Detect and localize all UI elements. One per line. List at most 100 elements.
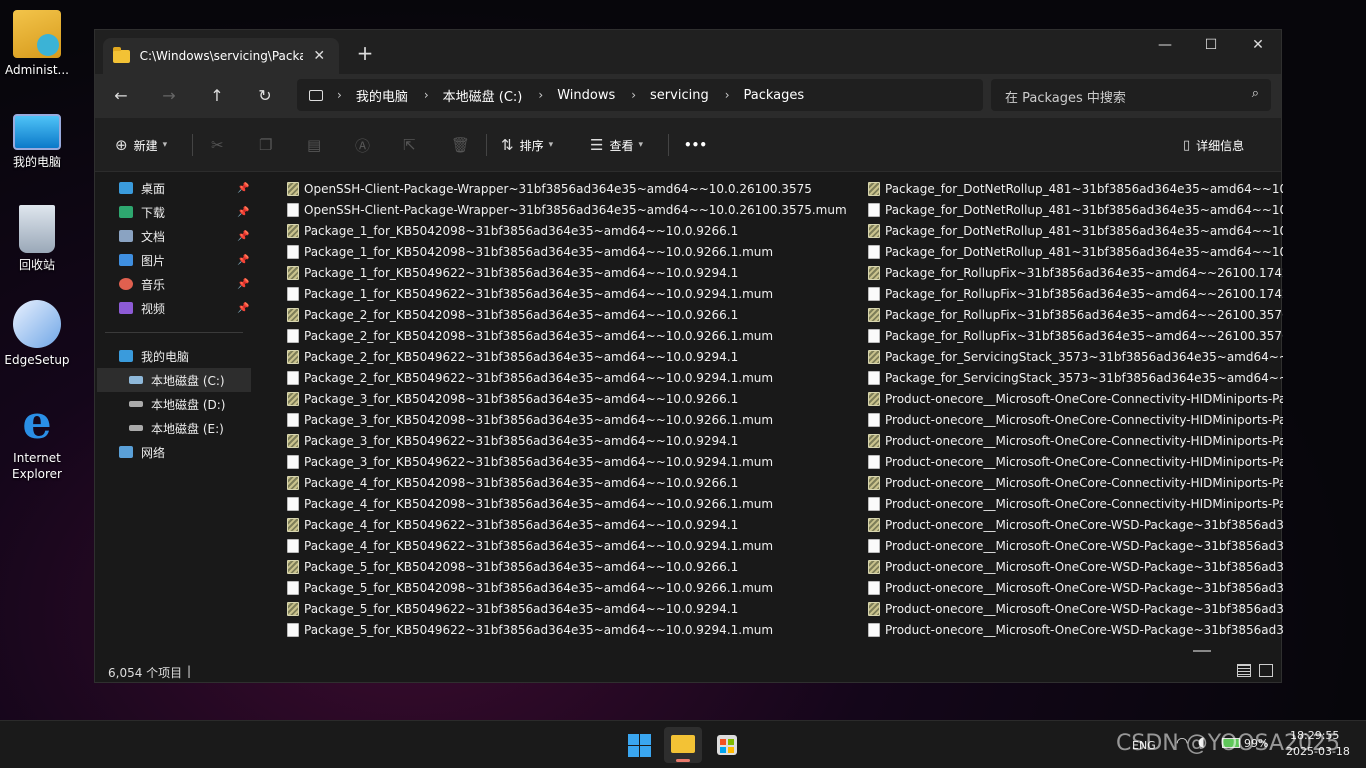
file-item[interactable]: Package_for_DotNetRollup_481~31bf3856ad3… [868, 178, 1283, 199]
file-item[interactable]: Package_5_for_KB5042098~31bf3856ad364e35… [287, 556, 847, 577]
back-button[interactable]: ← [105, 82, 137, 110]
sidebar-item-c-drive[interactable]: 本地磁盘 (C:) [97, 368, 251, 392]
file-item[interactable]: Package_5_for_KB5049622~31bf3856ad364e35… [287, 619, 847, 640]
file-item[interactable]: Package_3_for_KB5049622~31bf3856ad364e35… [287, 451, 847, 472]
sidebar-item-network[interactable]: 网络 [119, 440, 249, 464]
taskbar-microsoft-store[interactable] [708, 727, 746, 763]
file-item[interactable]: Package_4_for_KB5049622~31bf3856ad364e35… [287, 535, 847, 556]
file-item[interactable]: Package_3_for_KB5042098~31bf3856ad364e35… [287, 409, 847, 430]
file-item[interactable]: Product-onecore__Microsoft-OneCore-WSD-P… [868, 619, 1283, 640]
file-item[interactable]: Product-onecore__Microsoft-OneCore-Conne… [868, 472, 1283, 493]
up-button[interactable]: ↑ [201, 82, 233, 110]
sidebar-item-desktop[interactable]: 桌面 📌 [119, 176, 249, 200]
file-item[interactable]: Product-onecore__Microsoft-OneCore-WSD-P… [868, 556, 1283, 577]
forward-button[interactable]: → [153, 82, 185, 110]
close-button[interactable]: ✕ [1235, 30, 1281, 62]
desktop-icon-recycle-bin[interactable]: 回收站 [0, 205, 74, 273]
file-item[interactable]: Package_3_for_KB5042098~31bf3856ad364e35… [287, 388, 847, 409]
file-item[interactable]: Package_2_for_KB5049622~31bf3856ad364e35… [287, 367, 847, 388]
more-options-button[interactable]: ••• [684, 134, 707, 156]
file-icon [287, 412, 299, 427]
file-item[interactable]: Product-onecore__Microsoft-OneCore-Conne… [868, 409, 1283, 430]
file-item[interactable]: Product-onecore__Microsoft-OneCore-WSD-P… [868, 535, 1283, 556]
tiles-view-icon[interactable] [1259, 664, 1273, 677]
refresh-button[interactable]: ↻ [249, 82, 281, 110]
sidebar-item-documents[interactable]: 文档 📌 [119, 224, 249, 248]
file-item[interactable]: Product-onecore__Microsoft-OneCore-WSD-P… [868, 577, 1283, 598]
delete-button[interactable]: 🗑 [451, 134, 476, 156]
details-view-icon[interactable] [1237, 664, 1251, 677]
new-tab-button[interactable]: + [353, 42, 377, 66]
sidebar-item-this-pc[interactable]: 我的电脑 [119, 344, 249, 368]
view-button[interactable]: ☰ 查看 ▾ [590, 134, 643, 156]
file-item[interactable]: Package_1_for_KB5042098~31bf3856ad364e35… [287, 220, 847, 241]
sidebar-item-pictures[interactable]: 图片 📌 [119, 248, 249, 272]
file-item[interactable]: Product-onecore__Microsoft-OneCore-Conne… [868, 388, 1283, 409]
address-bar[interactable]: › 我的电脑 › 本地磁盘 (C:) › Windows › servicing… [297, 79, 983, 111]
maximize-button[interactable]: ☐ [1188, 30, 1234, 62]
file-item[interactable]: OpenSSH-Client-Package-Wrapper~31bf3856a… [287, 199, 847, 220]
file-item[interactable]: Package_2_for_KB5042098~31bf3856ad364e35… [287, 304, 847, 325]
file-item[interactable]: Package_for_DotNetRollup_481~31bf3856ad3… [868, 199, 1283, 220]
file-item[interactable]: Package_2_for_KB5042098~31bf3856ad364e35… [287, 325, 847, 346]
tab-title: C:\Windows\servicing\Package [139, 49, 304, 63]
breadcrumb-c-drive[interactable]: 本地磁盘 (C:) [443, 86, 523, 105]
file-item[interactable]: Package_for_DotNetRollup_481~31bf3856ad3… [868, 241, 1283, 262]
file-item[interactable]: Package_5_for_KB5049622~31bf3856ad364e35… [287, 598, 847, 619]
tab-close-button[interactable]: ✕ [309, 48, 329, 64]
file-item[interactable]: Package_2_for_KB5049622~31bf3856ad364e35… [287, 346, 847, 367]
copy-button[interactable]: ❐ [259, 134, 278, 156]
file-item[interactable]: Package_1_for_KB5049622~31bf3856ad364e35… [287, 262, 847, 283]
file-item[interactable]: Package_for_RollupFix~31bf3856ad364e35~a… [868, 304, 1283, 325]
breadcrumb-this-pc[interactable]: 我的电脑 [356, 86, 408, 105]
breadcrumb-windows[interactable]: Windows [557, 88, 615, 103]
tab-packages[interactable]: C:\Windows\servicing\Package ✕ [103, 38, 339, 74]
share-button[interactable]: ⇱ [403, 134, 422, 156]
desktop-icon-administrator[interactable]: Administ... [0, 10, 74, 78]
file-item[interactable]: Package_4_for_KB5049622~31bf3856ad364e35… [287, 514, 847, 535]
file-item[interactable]: Package_5_for_KB5042098~31bf3856ad364e35… [287, 577, 847, 598]
desktop-icon-edgesetup[interactable]: EdgeSetup [0, 300, 74, 368]
file-item[interactable]: Package_for_RollupFix~31bf3856ad364e35~a… [868, 325, 1283, 346]
file-item[interactable]: Package_for_RollupFix~31bf3856ad364e35~a… [868, 262, 1283, 283]
file-item[interactable]: Package_for_RollupFix~31bf3856ad364e35~a… [868, 283, 1283, 304]
search-input[interactable]: 在 Packages 中搜索 ⌕ [991, 79, 1271, 111]
desktop-icon-this-pc[interactable]: 我的电脑 [0, 108, 74, 170]
file-item[interactable]: Product-onecore__Microsoft-OneCore-Conne… [868, 493, 1283, 514]
sidebar-item-videos[interactable]: 视频 📌 [119, 296, 249, 320]
divider [668, 134, 669, 156]
start-button[interactable] [620, 727, 658, 763]
taskbar-file-explorer[interactable] [664, 727, 702, 763]
file-item[interactable]: OpenSSH-Client-Package-Wrapper~31bf3856a… [287, 178, 847, 199]
security-catalog-icon [287, 181, 299, 196]
sidebar-item-e-drive[interactable]: 本地磁盘 (E:) [129, 416, 249, 440]
file-item[interactable]: Product-onecore__Microsoft-OneCore-Conne… [868, 451, 1283, 472]
file-item[interactable]: Package_for_DotNetRollup_481~31bf3856ad3… [868, 220, 1283, 241]
scrollbar-thumb[interactable] [1193, 650, 1211, 652]
file-item[interactable]: Product-onecore__Microsoft-OneCore-WSD-P… [868, 514, 1283, 535]
file-name: Product-onecore__Microsoft-OneCore-WSD-P… [885, 601, 1283, 616]
file-item[interactable]: Package_4_for_KB5042098~31bf3856ad364e35… [287, 472, 847, 493]
rename-button[interactable]: Ⓐ [355, 134, 376, 156]
file-item[interactable]: Package_1_for_KB5049622~31bf3856ad364e35… [287, 283, 847, 304]
details-pane-button[interactable]: ▯ 详细信息 [1183, 134, 1244, 156]
file-item[interactable]: Package_for_ServicingStack_3573~31bf3856… [868, 367, 1283, 388]
minimize-button[interactable]: — [1142, 30, 1188, 62]
file-item[interactable]: Product-onecore__Microsoft-OneCore-WSD-P… [868, 598, 1283, 619]
file-item[interactable]: Package_3_for_KB5049622~31bf3856ad364e35… [287, 430, 847, 451]
new-button[interactable]: ⊕ 新建 ▾ [115, 134, 167, 156]
file-item[interactable]: Package_4_for_KB5042098~31bf3856ad364e35… [287, 493, 847, 514]
internet-explorer-icon: e [22, 395, 52, 449]
file-item[interactable]: Package_1_for_KB5042098~31bf3856ad364e35… [287, 241, 847, 262]
breadcrumb-servicing[interactable]: servicing [650, 88, 709, 103]
sort-button[interactable]: ⇅ 排序 ▾ [501, 134, 553, 156]
cut-button[interactable]: ✂ [211, 134, 230, 156]
file-item[interactable]: Package_for_ServicingStack_3573~31bf3856… [868, 346, 1283, 367]
paste-button[interactable]: ▤ [307, 134, 327, 156]
sidebar-item-d-drive[interactable]: 本地磁盘 (D:) [129, 392, 249, 416]
sidebar-item-music[interactable]: 音乐 📌 [119, 272, 249, 296]
sidebar-item-downloads[interactable]: 下载 📌 [119, 200, 249, 224]
breadcrumb-packages[interactable]: Packages [744, 88, 805, 103]
file-item[interactable]: Product-onecore__Microsoft-OneCore-Conne… [868, 430, 1283, 451]
desktop-icon-internet-explorer[interactable]: e Internet Explorer [0, 398, 74, 482]
